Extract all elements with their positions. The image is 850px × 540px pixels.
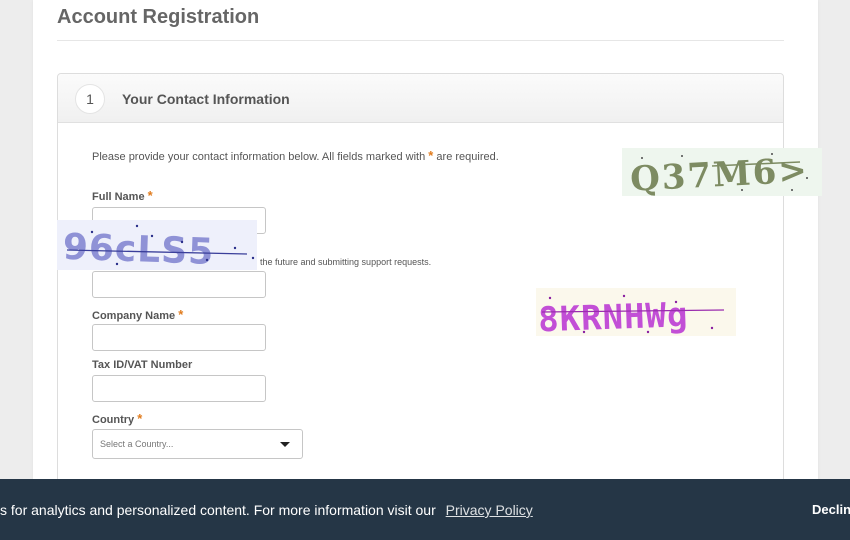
required-marker: * (178, 307, 184, 322)
full-name-label: Full Name * (92, 188, 153, 203)
captcha-svg-2: 96cLS5 (57, 220, 257, 270)
captcha-text-2: 96cLS5 (62, 227, 215, 270)
captcha-text-3: 8KRNHWg (538, 295, 690, 336)
decline-button[interactable]: Decline (812, 502, 850, 517)
intro-after: are required. (436, 151, 499, 163)
full-name-label-text: Full Name (92, 191, 145, 203)
intro-before: Please provide your contact information … (92, 151, 426, 163)
panel-header: 1 Your Contact Information (58, 74, 783, 123)
page-title: Account Registration (57, 6, 260, 28)
company-name-input[interactable] (92, 324, 266, 351)
title-divider (57, 40, 784, 41)
cookie-message-text: s for analytics and personalized content… (0, 502, 436, 518)
required-marker: * (428, 148, 434, 163)
email-input[interactable] (92, 271, 266, 298)
captcha-svg-1: Q37M6> (622, 148, 822, 196)
section-title: Your Contact Information (122, 91, 290, 107)
captcha-svg-3: 8KRNHWg (536, 288, 736, 336)
captcha-image-3: 8KRNHWg (536, 288, 736, 336)
page-content: Account Registration 1 Your Contact Info… (33, 0, 818, 540)
required-marker: * (137, 411, 143, 426)
chevron-down-icon (280, 442, 290, 447)
country-select-placeholder: Select a Country... (100, 439, 174, 449)
step-number-badge: 1 (75, 84, 105, 114)
country-label: Country * (92, 411, 142, 426)
cookie-message: s for analytics and personalized content… (0, 502, 533, 518)
cookie-banner: s for analytics and personalized content… (0, 479, 850, 540)
required-marker: * (147, 188, 153, 203)
country-label-text: Country (92, 414, 135, 426)
company-name-label-text: Company Name (92, 310, 176, 322)
captcha-image-2: 96cLS5 (57, 220, 257, 270)
company-name-label: Company Name * (92, 307, 183, 322)
tax-id-input[interactable] (92, 375, 266, 402)
captcha-image-1: Q37M6> (622, 148, 822, 196)
privacy-policy-link[interactable]: Privacy Policy (446, 502, 533, 518)
intro-text: Please provide your contact information … (92, 148, 499, 163)
email-hint: the future and submitting support reques… (260, 257, 432, 267)
tax-id-label: Tax ID/VAT Number (92, 359, 193, 371)
country-select[interactable]: Select a Country... (92, 429, 303, 459)
